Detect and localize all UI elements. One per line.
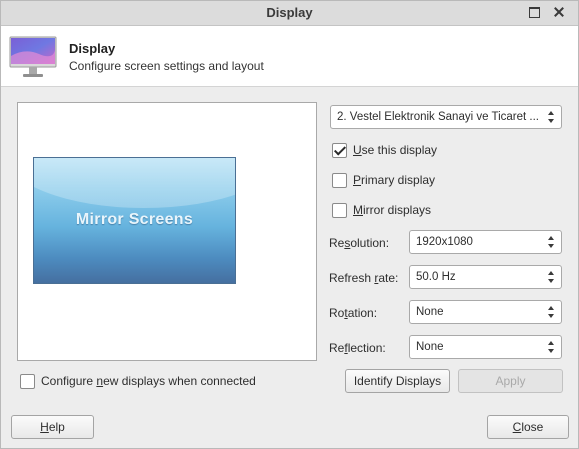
reflection-value: None xyxy=(416,341,444,353)
monitor-select[interactable]: 2. Vestel Elektronik Sanayi ve Ticaret .… xyxy=(330,105,562,129)
primary-display-label[interactable]: Primary display xyxy=(353,173,435,187)
header-subtitle: Configure screen settings and layout xyxy=(69,59,264,73)
primary-display-checkbox[interactable] xyxy=(332,173,347,188)
screen-preview[interactable]: Mirror Screens xyxy=(33,157,236,284)
maximize-icon[interactable] xyxy=(527,5,541,19)
window-title: Display xyxy=(266,5,313,20)
close-button[interactable]: Close xyxy=(487,415,569,439)
updown-arrows-icon xyxy=(548,111,555,123)
close-icon[interactable] xyxy=(552,5,566,19)
help-button[interactable]: Help xyxy=(11,415,94,439)
resolution-select[interactable]: 1920x1080 xyxy=(409,230,562,254)
rotation-select[interactable]: None xyxy=(409,300,562,324)
header-title: Display xyxy=(69,41,116,56)
monitor-select-value: 2. Vestel Elektronik Sanayi ve Ticaret .… xyxy=(337,111,539,123)
apply-button[interactable]: Apply xyxy=(458,369,563,393)
display-layout-preview: Mirror Screens xyxy=(17,102,317,361)
dialog-header: Display Configure screen settings and la… xyxy=(1,26,578,87)
rotation-label: Rotation: xyxy=(329,306,378,320)
reflection-select[interactable]: None xyxy=(409,335,562,359)
updown-arrows-icon xyxy=(548,271,555,283)
screen-preview-label: Mirror Screens xyxy=(75,211,194,228)
resolution-value: 1920x1080 xyxy=(416,236,473,248)
configure-new-displays-checkbox[interactable] xyxy=(20,374,35,389)
mirror-displays-checkbox[interactable] xyxy=(332,203,347,218)
updown-arrows-icon xyxy=(548,236,555,248)
title-bar: Display xyxy=(1,1,578,26)
use-this-display-label[interactable]: Use this display xyxy=(353,143,437,157)
rotation-value: None xyxy=(416,306,444,318)
configure-new-displays-label[interactable]: Configure new displays when connected xyxy=(41,374,256,388)
use-this-display-checkbox[interactable] xyxy=(332,143,347,158)
updown-arrows-icon xyxy=(548,341,555,353)
identify-displays-button[interactable]: Identify Displays xyxy=(345,369,450,393)
refresh-rate-select[interactable]: 50.0 Hz xyxy=(409,265,562,289)
monitor-icon xyxy=(9,36,57,77)
display-dialog: Display Display Configure screen setting… xyxy=(0,0,579,449)
refresh-rate-label: Refresh rate: xyxy=(329,271,399,285)
resolution-label: Resolution: xyxy=(329,236,390,250)
updown-arrows-icon xyxy=(548,306,555,318)
reflection-label: Reflection: xyxy=(329,341,386,355)
refresh-rate-value: 50.0 Hz xyxy=(416,271,456,283)
mirror-displays-label[interactable]: Mirror displays xyxy=(353,203,431,217)
